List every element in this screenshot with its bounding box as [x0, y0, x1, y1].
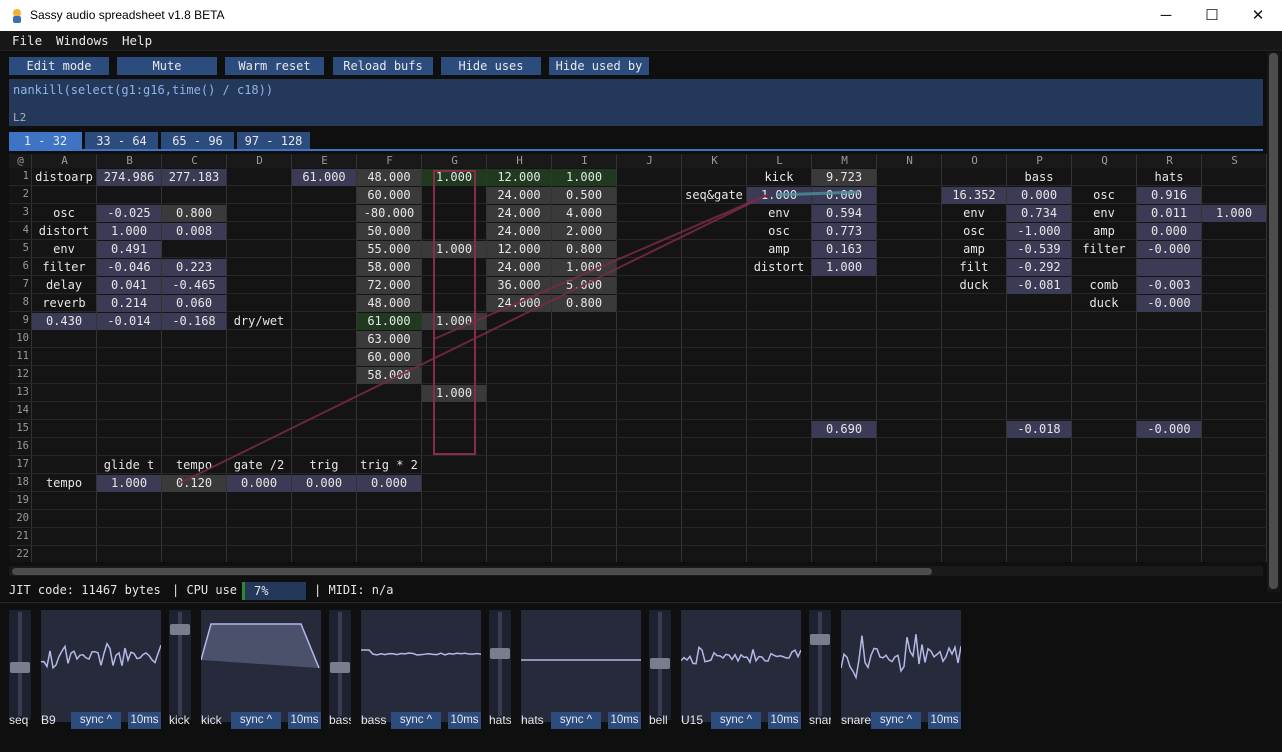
tab-rows-1-32[interactable]: 1 - 32: [9, 132, 82, 150]
vertical-scrollbar[interactable]: [1267, 52, 1280, 592]
formula-expression[interactable]: nankill(select(g1:g16,time() / c18)): [13, 83, 273, 97]
slider-track: [818, 612, 822, 716]
tab-rows-65-96[interactable]: 65 - 96: [161, 132, 234, 150]
scope-label: U15: [681, 713, 704, 727]
waveform-graph: [521, 659, 641, 661]
volume-slider-snare[interactable]: [809, 610, 831, 720]
slider-label: seq: [9, 713, 29, 727]
slider-handle[interactable]: [650, 658, 670, 669]
waveform-path: [681, 645, 801, 665]
tab-underline: [9, 149, 1263, 151]
slider-handle[interactable]: [10, 662, 30, 673]
midi-status: | MIDI: n/a: [314, 583, 394, 597]
volume-slider-bass[interactable]: [329, 610, 351, 720]
sync-button[interactable]: sync ^: [71, 712, 121, 729]
jit-code-size: JIT code: 11467 bytes: [9, 583, 161, 597]
volume-slider-hats[interactable]: [489, 610, 511, 720]
used-by-line: [776, 190, 860, 197]
vertical-scroll-thumb[interactable]: [1269, 53, 1278, 589]
slider-label: hats: [489, 713, 511, 727]
menu-file[interactable]: File: [12, 33, 42, 48]
slider-track: [498, 612, 502, 716]
volume-slider-u15[interactable]: [649, 610, 671, 720]
dependency-line: [179, 194, 768, 484]
volume-slider-b9[interactable]: [9, 610, 31, 720]
formula-editor[interactable]: nankill(select(g1:g16,time() / c18)) L2: [9, 79, 1263, 126]
sync-button[interactable]: sync ^: [231, 712, 281, 729]
horizontal-scrollbar[interactable]: [9, 566, 1263, 576]
cpu-use-fill: [242, 582, 245, 600]
time-scale-button[interactable]: 10ms: [608, 712, 641, 729]
time-scale-button[interactable]: 10ms: [768, 712, 801, 729]
waveform-graph: [201, 623, 320, 669]
selected-cell-ref: L2: [13, 111, 27, 124]
scope-label: B9: [41, 713, 56, 727]
scope-b9: [41, 610, 161, 722]
cpu-use-value: 7%: [254, 584, 269, 598]
waveform-path: [361, 649, 481, 656]
scope-label: hats: [521, 713, 544, 727]
slider-label: snare: [809, 713, 831, 727]
scope-hats: [521, 610, 641, 722]
tab-rows-33-64[interactable]: 33 - 64: [85, 132, 158, 150]
scope-u15: [681, 610, 801, 722]
scope-kick: [201, 610, 321, 722]
dependency-overlay: [179, 170, 860, 484]
minimize-button[interactable]: ─: [1143, 0, 1189, 31]
hide-uses-button[interactable]: Hide uses: [441, 57, 541, 75]
scope-label: kick: [201, 713, 222, 727]
menu-help[interactable]: Help: [122, 33, 152, 48]
title-bar: Sassy audio spreadsheet v1.8 BETA ─ ☐ ✕: [0, 0, 1282, 31]
slider-handle[interactable]: [490, 648, 510, 659]
horizontal-scroll-thumb[interactable]: [12, 568, 932, 575]
hide-used-by-button[interactable]: Hide used by: [549, 57, 649, 75]
time-scale-button[interactable]: 10ms: [928, 712, 961, 729]
referenced-range-highlight: [433, 170, 476, 455]
cpu-use-bar: 7%: [242, 582, 306, 600]
waveform-path: [841, 634, 961, 680]
time-scale-button[interactable]: 10ms: [128, 712, 161, 729]
waveform-graph: [681, 645, 801, 665]
volume-slider-kick[interactable]: [169, 610, 191, 720]
waveform-graph: [361, 649, 481, 656]
sync-button[interactable]: sync ^: [551, 712, 601, 729]
sync-button[interactable]: sync ^: [711, 712, 761, 729]
waveform-path: [201, 623, 320, 669]
scope-label: bass: [361, 713, 387, 727]
tab-rows-97-128[interactable]: 97 - 128: [237, 132, 310, 150]
time-scale-button[interactable]: 10ms: [448, 712, 481, 729]
maximize-button[interactable]: ☐: [1189, 0, 1235, 31]
instrument-panel: [0, 602, 1282, 752]
reload-bufs-button[interactable]: Reload bufs: [333, 57, 433, 75]
status-bar: JIT code: 11467 bytes | CPU use 7% | MID…: [0, 580, 1282, 602]
close-button[interactable]: ✕: [1235, 0, 1281, 31]
sync-button[interactable]: sync ^: [391, 712, 441, 729]
scope-label: snare: [841, 713, 871, 727]
scope-snare: [841, 610, 961, 722]
waveform-graph: [41, 641, 161, 670]
cpu-use-label: | CPU use: [172, 583, 238, 597]
mute-button[interactable]: Mute: [117, 57, 217, 75]
spreadsheet-grid[interactable]: @ A B C D E F G H I J K L M N O P Q R S 1 2 3 4 5 6 7 8 9 10 11 12 13 14 1…: [9, 154, 1267, 562]
slider-label: bass: [329, 713, 351, 727]
window-title: Sassy audio spreadsheet v1.8 BETA: [30, 8, 225, 22]
slider-handle[interactable]: [170, 624, 190, 635]
scope-bass: [361, 610, 481, 722]
time-scale-button[interactable]: 10ms: [288, 712, 321, 729]
slider-handle[interactable]: [330, 662, 350, 673]
warm-reset-button[interactable]: Warm reset: [225, 57, 324, 75]
slider-handle[interactable]: [810, 634, 830, 645]
waveform-graph: [841, 634, 961, 680]
menu-windows[interactable]: Windows: [56, 33, 109, 48]
sync-button[interactable]: sync ^: [871, 712, 921, 729]
slider-label: bell: [649, 713, 668, 727]
app-icon: [13, 9, 21, 23]
edit-mode-button[interactable]: Edit mode: [9, 57, 109, 75]
waveform-path: [41, 641, 161, 670]
dependency-line: [433, 194, 768, 340]
menu-bar: File Windows Help: [0, 31, 1282, 51]
slider-label: kick: [169, 713, 190, 727]
